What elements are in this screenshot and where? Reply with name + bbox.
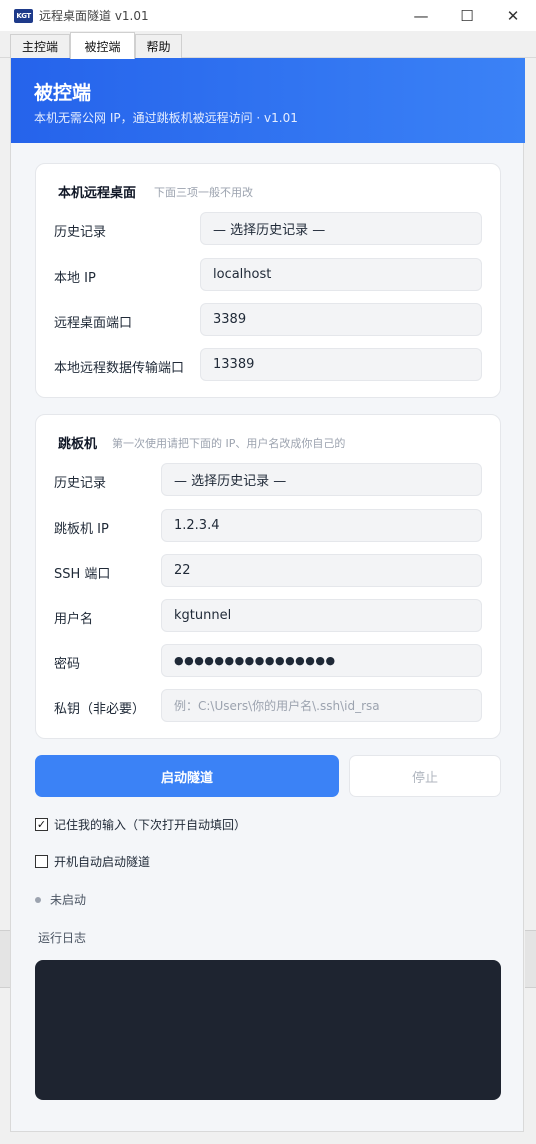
start-tunnel-button[interactable]: 启动隧道: [35, 755, 339, 797]
stop-button[interactable]: 停止: [349, 755, 501, 797]
jump-server-card: 跳板机 第一次使用请把下面的 IP、用户名改成你自己的 历史记录 — 选择历史记…: [35, 414, 501, 739]
window-title: 远程桌面隧道 v1.01: [39, 9, 149, 23]
field-label: 用户名: [54, 612, 94, 627]
field-label: 密码: [54, 657, 81, 672]
maximize-button[interactable]: ☐: [444, 0, 490, 31]
tab-controlled[interactable]: 被控端: [70, 32, 135, 59]
window-edge-right: [525, 930, 536, 988]
card-title: 跳板机: [58, 437, 98, 452]
card-hint: 第一次使用请把下面的 IP、用户名改成你自己的: [112, 437, 346, 450]
remember-label: 记住我的输入（下次打开自动填回）: [54, 818, 247, 832]
tab-bar: 主控端 被控端 帮助: [0, 31, 536, 59]
jump-ip-input[interactable]: 1.2.3.4: [161, 509, 482, 542]
controlled-pane: 被控端 本机无需公网 IP，通过跳板机被远程访问 · v1.01 本机远程桌面 …: [10, 58, 525, 1132]
field-label: 本地 IP: [54, 271, 96, 286]
ssh-port-input[interactable]: 22: [161, 554, 482, 587]
tab-help[interactable]: 帮助: [135, 34, 182, 58]
remember-option[interactable]: ✓ 记住我的输入（下次打开自动填回）: [35, 816, 246, 833]
field-label: 历史记录: [54, 225, 107, 240]
local-transfer-port-input[interactable]: 13389: [200, 348, 482, 381]
status-dot-icon: [35, 896, 41, 903]
log-label: 运行日志: [38, 931, 87, 945]
autostart-label: 开机自动启动隧道: [54, 855, 151, 869]
window-edge-left: [0, 930, 10, 988]
field-label: 远程桌面端口: [54, 316, 133, 331]
field-label: 跳板机 IP: [54, 522, 109, 537]
close-button[interactable]: ✕: [490, 0, 536, 31]
autostart-option[interactable]: 开机自动启动隧道: [35, 853, 150, 870]
local-history-select[interactable]: — 选择历史记录 —: [200, 212, 482, 245]
password-input[interactable]: ●●●●●●●●●●●●●●●●: [161, 644, 482, 677]
field-label: 本地远程数据传输端口: [54, 361, 185, 376]
field-label: SSH 端口: [54, 567, 111, 582]
page-header: 被控端 本机无需公网 IP，通过跳板机被远程访问 · v1.01: [11, 58, 525, 143]
field-label: 私钥（非必要）: [54, 702, 146, 717]
rdp-port-input[interactable]: 3389: [200, 303, 482, 336]
local-ip-input[interactable]: localhost: [200, 258, 482, 291]
minimize-button[interactable]: —: [398, 0, 444, 31]
card-hint: 下面三项一般不用改: [154, 186, 253, 199]
title-bar: KGT 远程桌面隧道 v1.01 — ☐ ✕: [0, 0, 536, 31]
username-input[interactable]: kgtunnel: [161, 599, 482, 632]
app-logo-icon: KGT: [14, 8, 33, 23]
jump-history-select[interactable]: — 选择历史记录 —: [161, 463, 482, 496]
field-label: 历史记录: [54, 476, 107, 491]
autostart-checkbox[interactable]: [35, 855, 48, 868]
local-desktop-card: 本机远程桌面 下面三项一般不用改 历史记录 — 选择历史记录 — 本地 IP l…: [35, 163, 501, 398]
window-controls: — ☐ ✕: [398, 0, 536, 31]
remember-checkbox[interactable]: ✓: [35, 818, 48, 831]
page-title: 被控端: [34, 82, 92, 104]
status-text: 未启动: [50, 893, 87, 907]
page-subtitle: 本机无需公网 IP，通过跳板机被远程访问 · v1.01: [34, 111, 298, 125]
private-key-input[interactable]: [161, 689, 482, 722]
log-output[interactable]: [35, 960, 501, 1100]
tab-controller[interactable]: 主控端: [10, 34, 70, 58]
card-title: 本机远程桌面: [58, 186, 137, 201]
status-indicator: 未启动: [35, 891, 86, 908]
